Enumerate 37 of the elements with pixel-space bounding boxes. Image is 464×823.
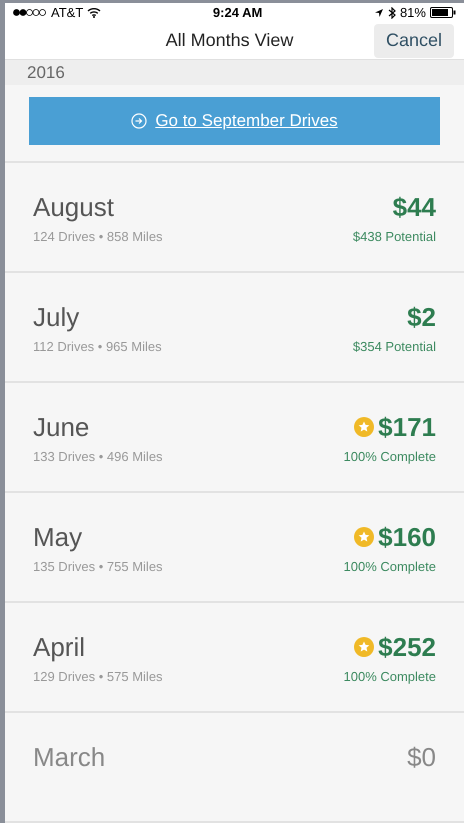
battery-icon — [430, 7, 456, 18]
year-text: 2016 — [27, 62, 65, 84]
drives-miles-text: 129 Drives • 575 Miles — [33, 668, 163, 686]
month-name: August — [33, 191, 115, 223]
bluetooth-icon — [388, 6, 396, 19]
month-name: June — [33, 411, 90, 443]
wifi-icon — [87, 7, 102, 18]
month-name: March — [33, 741, 106, 773]
month-name: April — [33, 631, 86, 663]
earnings-amount: $44 — [392, 191, 436, 223]
battery-percent: 81% — [400, 4, 426, 22]
earnings-note: $354 Potential — [352, 338, 436, 356]
earnings-amount: $0 — [407, 741, 436, 773]
earnings-amount: $171 — [378, 411, 436, 443]
star-badge-icon — [354, 417, 374, 437]
month-name: May — [33, 521, 84, 553]
star-badge-icon — [354, 527, 374, 547]
earnings-note: 100% Complete — [344, 668, 436, 686]
drives-miles-text: 124 Drives • 858 Miles — [33, 228, 163, 246]
month-name: July — [33, 301, 80, 333]
earnings-note: 100% Complete — [344, 558, 436, 576]
earnings-amount: $160 — [378, 521, 436, 553]
signal-icon — [13, 9, 47, 16]
drives-miles-text: 112 Drives • 965 Miles — [33, 338, 162, 356]
clock-text: 9:24 AM — [212, 4, 262, 22]
carrier-text: AT&T — [51, 4, 84, 22]
drives-miles-text: 133 Drives • 496 Miles — [33, 448, 163, 466]
nav-title: All Months View — [166, 29, 294, 52]
earnings-note: 100% Complete — [344, 448, 436, 466]
drives-miles-text: 135 Drives • 755 Miles — [33, 558, 163, 576]
cancel-button[interactable]: Cancel — [374, 24, 454, 58]
earnings-amount: $2 — [407, 301, 436, 333]
star-badge-icon — [354, 637, 374, 657]
location-arrow-icon — [374, 8, 384, 18]
earnings-amount: $252 — [378, 631, 436, 663]
arrow-circle-icon — [131, 113, 148, 129]
earnings-note: $438 Potential — [352, 228, 436, 246]
